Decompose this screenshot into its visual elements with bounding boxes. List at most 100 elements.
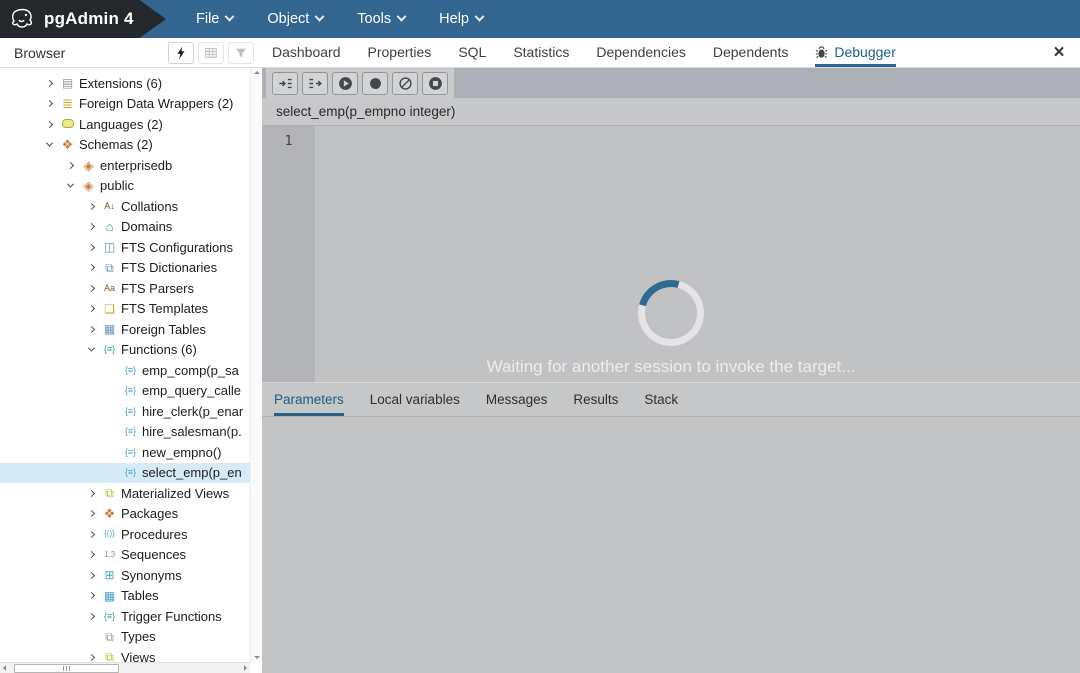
tree-vertical-scrollbar[interactable] <box>250 68 262 662</box>
tab-parameters[interactable]: Parameters <box>274 383 344 416</box>
chevron-right-icon[interactable] <box>83 223 100 231</box>
object-tree: ▤ Extensions (6) ≣ Foreign Data Wrappers (2… <box>0 68 250 662</box>
chevron-right-icon[interactable] <box>83 489 100 497</box>
tab-properties[interactable]: Properties <box>368 38 432 67</box>
chevron-right-icon[interactable] <box>83 243 100 251</box>
tree-item-public[interactable]: ◈ public <box>0 176 250 197</box>
tab-debugger[interactable]: Debugger <box>815 38 896 67</box>
chevron-right-icon[interactable] <box>83 202 100 210</box>
tree-item-types[interactable]: ⧉ Types <box>0 627 250 648</box>
extensions-icon: ▤ <box>61 76 74 91</box>
tab-dependents[interactable]: Dependents <box>713 38 789 67</box>
chevron-right-icon[interactable] <box>83 284 100 292</box>
scroll-down-icon[interactable] <box>253 656 260 659</box>
tree-item-views[interactable]: ⧉ Views <box>0 647 250 662</box>
chevron-down-icon[interactable] <box>62 180 79 188</box>
scroll-right-icon[interactable] <box>244 665 247 671</box>
scroll-left-icon[interactable] <box>3 665 6 671</box>
tree-item-select-emp-p-en[interactable]: {≡} select_emp(p_en <box>0 462 250 483</box>
tree-item-enterprisedb[interactable]: ◈ enterprisedb <box>0 155 250 176</box>
chevron-right-icon[interactable] <box>83 592 100 600</box>
chevron-right-icon[interactable] <box>83 305 100 313</box>
menu-file[interactable]: File <box>196 11 235 27</box>
tab-results[interactable]: Results <box>573 383 618 416</box>
tree-item-label: Procedures <box>121 526 188 542</box>
tab-statistics[interactable]: Statistics <box>513 38 569 67</box>
tree-item-foreign-tables[interactable]: ▦ Foreign Tables <box>0 319 250 340</box>
tree-item-languages-2[interactable]: Languages (2) <box>0 114 250 135</box>
tree-item-materialized-views[interactable]: ⧉ Materialized Views <box>0 483 250 504</box>
tree-item-domains[interactable]: ⌂ Domains <box>0 217 250 238</box>
chevron-down-icon[interactable] <box>83 344 100 352</box>
loading-spinner-icon <box>625 267 717 359</box>
chevron-right-icon[interactable] <box>83 653 100 661</box>
chevron-down-icon[interactable] <box>41 139 58 147</box>
tab-sql[interactable]: SQL <box>458 38 486 67</box>
tree-item-new-empno[interactable]: {≡} new_empno() <box>0 442 250 463</box>
pgadmin-window: pgAdmin 4 File Object Tools Help Browser <box>0 0 1080 673</box>
step-into-button[interactable] <box>272 71 298 95</box>
tree-item-fts-templates[interactable]: ❏ FTS Templates <box>0 299 250 320</box>
toggle-breakpoint-button[interactable] <box>362 71 388 95</box>
tree-item-foreign-data-wrappers-2[interactable]: ≣ Foreign Data Wrappers (2) <box>0 94 250 115</box>
tree-item-label: Views <box>121 649 156 662</box>
scroll-up-icon[interactable] <box>253 71 260 74</box>
tree-item-extensions-6[interactable]: ▤ Extensions (6) <box>0 73 250 94</box>
tree-item-fts-dictionaries[interactable]: ⧉ FTS Dictionaries <box>0 258 250 279</box>
chevron-right-icon[interactable] <box>83 264 100 272</box>
tree-item-schemas-2[interactable]: ❖ Schemas (2) <box>0 135 250 156</box>
menu-label: Tools <box>357 11 392 27</box>
step-over-button[interactable] <box>302 71 328 95</box>
chevron-right-icon[interactable] <box>83 551 100 559</box>
menu-object[interactable]: Object <box>267 11 325 27</box>
tree-item-collations[interactable]: A↓ Collations <box>0 196 250 217</box>
fts-templates-icon: ❏ <box>104 301 115 316</box>
chevron-right-icon[interactable] <box>83 612 100 620</box>
chevron-right-icon[interactable] <box>62 161 79 169</box>
chevron-right-icon[interactable] <box>83 510 100 518</box>
tree-item-label: Foreign Tables <box>121 321 207 337</box>
close-icon[interactable]: × <box>1038 38 1080 67</box>
clear-breakpoints-button[interactable] <box>392 71 418 95</box>
tab-messages[interactable]: Messages <box>486 383 548 416</box>
chevron-right-icon[interactable] <box>83 571 100 579</box>
tree-item-tables[interactable]: ▦ Tables <box>0 586 250 607</box>
tab-dashboard[interactable]: Dashboard <box>272 38 341 67</box>
tree-horizontal-scrollbar[interactable] <box>0 662 250 673</box>
tree-item-packages[interactable]: ❖ Packages <box>0 504 250 525</box>
tree-item-hire-salesman-p[interactable]: {≡} hire_salesman(p. <box>0 422 250 443</box>
continue-button[interactable] <box>332 71 358 95</box>
tree-item-hire-clerk-p-enar[interactable]: {≡} hire_clerk(p_enar <box>0 401 250 422</box>
tree-item-functions-6[interactable]: {≡} Functions (6) <box>0 340 250 361</box>
trigger-functions-icon: {≡} <box>103 610 116 621</box>
tab-local-variables[interactable]: Local variables <box>370 383 460 416</box>
tree-item-synonyms[interactable]: ⊞ Synonyms <box>0 565 250 586</box>
tree-item-emp-comp-p-sa[interactable]: {≡} emp_comp(p_sa <box>0 360 250 381</box>
tree-item-fts-parsers[interactable]: Aa FTS Parsers <box>0 278 250 299</box>
menu-tools[interactable]: Tools <box>357 11 407 27</box>
tab-label: Properties <box>367 44 432 60</box>
tree-item-label: FTS Configurations <box>121 239 233 255</box>
tree-item-label: hire_salesman(p. <box>142 424 242 440</box>
chevron-right-icon[interactable] <box>41 79 58 87</box>
chevron-right-icon[interactable] <box>41 100 58 108</box>
chevron-right-icon[interactable] <box>83 325 100 333</box>
tree-item-label: Extensions (6) <box>79 75 163 91</box>
tab-dependencies[interactable]: Dependencies <box>596 38 686 67</box>
menu-help[interactable]: Help <box>439 11 485 27</box>
query-tool-button[interactable] <box>168 41 194 64</box>
tab-stack[interactable]: Stack <box>644 383 678 416</box>
stop-button[interactable] <box>422 71 448 95</box>
chevron-right-icon[interactable] <box>83 530 100 538</box>
tree-item-sequences[interactable]: 1.3 Sequences <box>0 545 250 566</box>
tree-item-procedures[interactable]: {()} Procedures <box>0 524 250 545</box>
view-data-button[interactable] <box>198 41 224 64</box>
filter-button[interactable] <box>228 41 254 64</box>
tree-item-fts-configurations[interactable]: ◫ FTS Configurations <box>0 237 250 258</box>
tree-item-trigger-functions[interactable]: {≡} Trigger Functions <box>0 606 250 627</box>
main-area: ▤ Extensions (6) ≣ Foreign Data Wrappers (2… <box>0 68 1080 673</box>
chevron-right-icon[interactable] <box>41 120 58 128</box>
scrollbar-thumb[interactable] <box>14 663 119 673</box>
tree-item-emp-query-calle[interactable]: {≡} emp_query_calle <box>0 381 250 402</box>
functions-icon: {≡} <box>103 344 116 355</box>
